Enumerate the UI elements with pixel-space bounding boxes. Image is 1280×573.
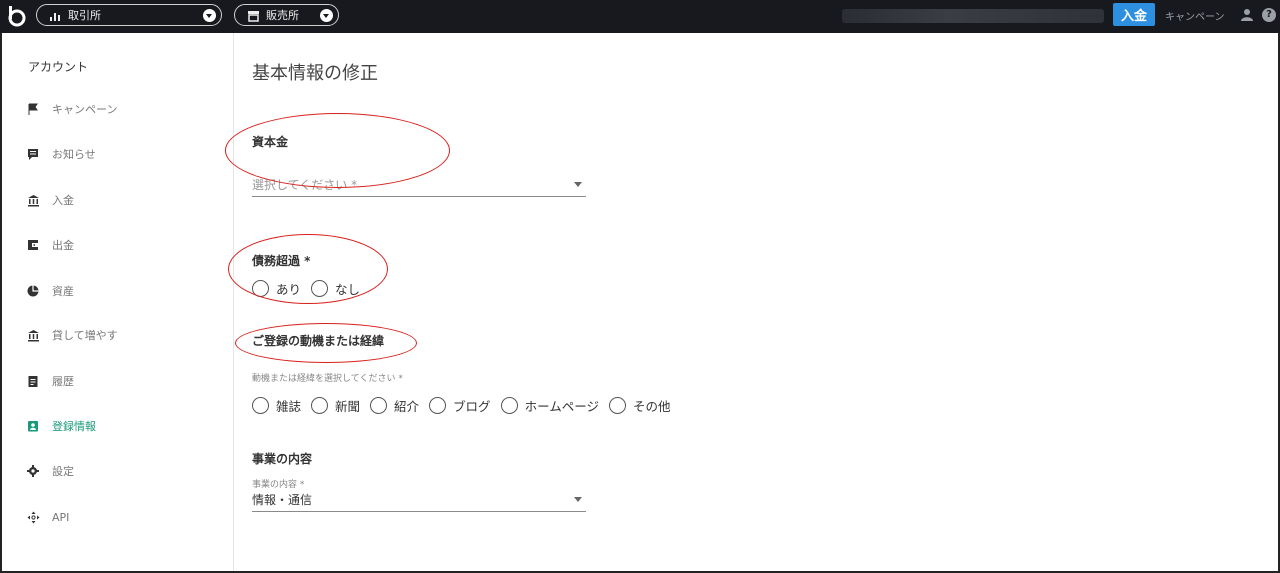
sidebar-item-label: 出金	[52, 239, 74, 252]
motive-hint: 動機または経緯を選択してください *	[252, 374, 403, 384]
exchange-label: 取引所	[68, 9, 101, 22]
radio-circle[interactable]	[311, 280, 329, 297]
campaign-link[interactable]: キャンペーン	[1165, 8, 1225, 23]
exchange-selector[interactable]: 取引所	[36, 4, 222, 26]
radio-option-referral[interactable]: 紹介	[370, 396, 419, 415]
radio-label: あり	[276, 282, 302, 297]
capital-select[interactable]: 選択してください *	[252, 173, 586, 197]
sidebar-item-api[interactable]: API	[26, 507, 69, 527]
redacted-info	[842, 9, 1104, 23]
radio-label: 新聞	[335, 399, 361, 414]
message-icon	[26, 147, 40, 161]
sidebar-title: アカウント	[28, 60, 89, 74]
radio-option-blog[interactable]: ブログ	[429, 396, 491, 415]
sidebar-item-news[interactable]: お知らせ	[26, 144, 96, 164]
sidebar-item-label: 履歴	[52, 375, 74, 388]
api-icon	[26, 510, 40, 524]
sidebar-item-assets[interactable]: 資産	[26, 281, 74, 301]
sidebar-item-label: 資産	[52, 285, 74, 298]
radio-option-other[interactable]: その他	[608, 396, 671, 415]
store-label: 販売所	[266, 9, 299, 22]
chevron-down-icon	[574, 497, 582, 502]
business-value: 情報・通信	[252, 493, 313, 507]
sidebar: アカウント キャンペーン お知らせ 入金 出金 資産 貸して増やす 履歴 登録情…	[2, 33, 234, 571]
radio-label: なし	[335, 282, 361, 297]
radio-option-newspaper[interactable]: 新聞	[311, 396, 360, 415]
user-icon[interactable]	[1240, 8, 1254, 22]
radio-label: その他	[632, 399, 671, 414]
sidebar-item-label: キャンペーン	[52, 103, 118, 116]
logo-icon[interactable]	[5, 4, 29, 28]
sidebar-item-settings[interactable]: 設定	[26, 461, 74, 481]
business-select[interactable]: 情報・通信	[252, 488, 586, 512]
store-selector[interactable]: 販売所	[234, 4, 339, 26]
sidebar-item-label: お知らせ	[52, 148, 96, 161]
bank-icon	[26, 193, 40, 207]
sidebar-item-label: 登録情報	[52, 420, 96, 433]
sidebar-item-campaign[interactable]: キャンペーン	[26, 99, 117, 119]
chevron-down-icon	[574, 182, 582, 187]
sidebar-item-lending[interactable]: 貸して増やす	[26, 325, 118, 345]
store-icon	[248, 10, 259, 22]
page-title: 基本情報の修正	[252, 63, 378, 84]
flag-icon	[26, 102, 40, 116]
help-icon[interactable]: ?	[1262, 8, 1276, 22]
insolvency-radio-group: あり なし	[252, 279, 370, 298]
insolvency-label: 債務超過 *	[252, 254, 311, 268]
capital-label: 資本金	[252, 135, 289, 149]
radio-option-homepage[interactable]: ホームページ	[500, 396, 599, 415]
motive-label: ご登録の動機または経緯	[252, 334, 385, 348]
radio-circle[interactable]	[252, 397, 269, 414]
radio-option-magazine[interactable]: 雑誌	[252, 396, 301, 415]
radio-circle[interactable]	[429, 397, 447, 414]
radio-label: ブログ	[453, 399, 491, 414]
radio-label: 紹介	[394, 399, 420, 414]
bank-icon	[26, 328, 40, 342]
clipboard-icon	[26, 374, 40, 388]
sidebar-item-label: API	[52, 510, 70, 524]
chevron-down-icon	[203, 9, 216, 22]
business-label: 事業の内容	[252, 452, 313, 466]
sidebar-item-registration[interactable]: 登録情報	[26, 416, 96, 436]
sidebar-item-withdraw[interactable]: 出金	[26, 235, 74, 255]
top-bar: 取引所 販売所 入金 キャンペーン ?	[0, 0, 1280, 33]
sidebar-item-label: 設定	[52, 465, 74, 478]
radio-circle[interactable]	[311, 397, 329, 414]
radio-option-yes[interactable]: あり	[252, 279, 301, 298]
radio-option-no[interactable]: なし	[311, 279, 360, 298]
pie-chart-icon	[26, 284, 40, 298]
radio-circle[interactable]	[252, 280, 269, 297]
wallet-icon	[26, 238, 40, 252]
sidebar-item-deposit[interactable]: 入金	[26, 190, 74, 210]
id-badge-icon	[26, 419, 40, 433]
sidebar-item-history[interactable]: 履歴	[26, 371, 74, 391]
sidebar-item-label: 入金	[52, 194, 74, 207]
motive-radio-group: 雑誌 新聞 紹介 ブログ ホームページ その他	[252, 396, 680, 415]
gear-icon	[26, 464, 40, 478]
bar-chart-icon	[50, 12, 60, 21]
radio-label: 雑誌	[276, 399, 302, 414]
radio-circle[interactable]	[608, 397, 626, 414]
capital-placeholder: 選択してください *	[252, 178, 358, 192]
radio-circle[interactable]	[370, 397, 388, 414]
radio-circle[interactable]	[500, 397, 518, 414]
chevron-down-icon	[320, 9, 333, 22]
radio-label: ホームページ	[524, 399, 599, 414]
deposit-button[interactable]: 入金	[1113, 3, 1155, 26]
sidebar-item-label: 貸して増やす	[52, 329, 118, 342]
